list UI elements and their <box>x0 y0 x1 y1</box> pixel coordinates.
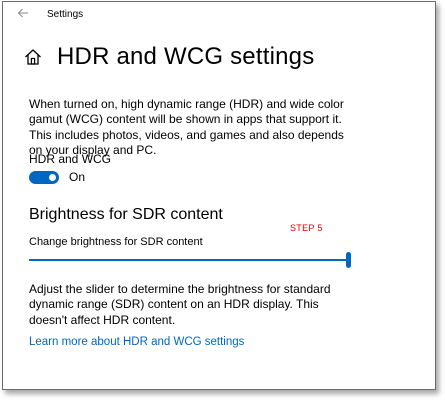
page-header: HDR and WCG settings <box>23 42 314 72</box>
toggle-switch[interactable] <box>29 170 59 184</box>
title-bar: Settings <box>3 2 435 28</box>
sdr-brightness-heading: Brightness for SDR content <box>29 206 223 223</box>
sdr-brightness-slider[interactable] <box>29 252 351 268</box>
learn-more-link[interactable]: Learn more about HDR and WCG settings <box>29 336 244 348</box>
page-title: HDR and WCG settings <box>57 43 315 70</box>
sdr-brightness-help: Adjust the slider to determine the brigh… <box>29 282 331 327</box>
settings-window: Settings HDR and WCG settings When turne… <box>2 1 436 390</box>
toggle-knob <box>49 173 56 181</box>
window-title: Settings <box>47 9 84 20</box>
back-arrow-icon <box>17 7 33 19</box>
back-button[interactable] <box>17 7 33 21</box>
toggle-state-text: On <box>69 170 86 184</box>
sdr-brightness-slider-label: Change brightness for SDR content <box>29 236 203 248</box>
step-annotation: STEP 5 <box>290 223 323 233</box>
hdr-toggle[interactable]: On <box>29 170 85 184</box>
slider-thumb[interactable] <box>346 252 351 268</box>
slider-fill <box>29 259 349 261</box>
hdr-toggle-label: HDR and WCG <box>29 152 112 166</box>
home-icon[interactable] <box>23 47 43 67</box>
hdr-description: When turned on, high dynamic range (HDR)… <box>29 97 344 157</box>
page: Settings HDR and WCG settings When turne… <box>0 0 445 400</box>
